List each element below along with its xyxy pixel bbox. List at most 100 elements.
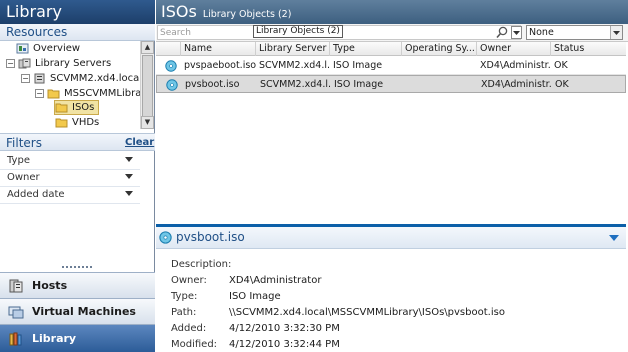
nav-label: Virtual Machines [32, 305, 136, 318]
detail-value-modified: 4/12/2010 3:32:44 PM [229, 339, 340, 350]
overview-icon [16, 43, 29, 54]
tree-item-label: ISOs [72, 102, 95, 113]
scroll-down-icon[interactable]: ▼ [141, 116, 154, 129]
column-header-status[interactable]: Status [551, 42, 626, 56]
column-header-icon[interactable] [156, 42, 181, 56]
page-subtitle: Library Objects (2) [202, 9, 292, 20]
tree-item-isos[interactable]: ISOs [54, 100, 100, 115]
filter-added-date[interactable]: Added date [0, 187, 140, 204]
left-pane: Library Resources Overview − Library Ser… [0, 0, 155, 352]
search-options-button[interactable] [511, 26, 522, 39]
tree-item-label: Overview [33, 43, 81, 54]
virtual-machines-icon [8, 306, 24, 318]
details-header[interactable]: pvsboot.iso [156, 227, 626, 249]
iso-disc-icon [165, 60, 177, 72]
nav-virtual-machines-button[interactable]: Virtual Machines [0, 298, 155, 324]
cell-status: OK [554, 60, 568, 71]
detail-label-owner: Owner: [171, 275, 207, 286]
folder-icon [55, 118, 68, 128]
cell-os [402, 57, 477, 74]
folder-icon [47, 89, 60, 99]
chevron-down-icon [513, 31, 520, 35]
search-icon[interactable] [496, 26, 508, 39]
main-pane: ISOs Library Objects (2) Library Objects… [156, 0, 628, 352]
clear-filters-link[interactable]: Clear [125, 137, 154, 148]
cell-os [403, 76, 478, 93]
column-header-name[interactable]: Name [181, 42, 256, 56]
detail-value-added: 4/12/2010 3:32:30 PM [229, 323, 340, 334]
detail-label-path: Path: [171, 307, 197, 318]
table-row-selected[interactable]: pvsboot.iso SCVMM2.xd4.l... ISO Image XD… [156, 75, 626, 93]
cell-status: OK [555, 79, 569, 90]
scope-select-value: None [529, 27, 554, 38]
tree-item-vhds[interactable]: VHDs [55, 115, 99, 129]
server-icon [34, 73, 45, 84]
cell-owner: XD4\Administr... [480, 60, 551, 71]
grid-header: Name Library Server Type Operating Sy...… [156, 42, 626, 56]
collapse-chevron-icon[interactable] [609, 235, 619, 241]
cell-library-server: SCVMM2.xd4.l... [260, 79, 331, 90]
detail-value-type: ISO Image [229, 291, 281, 302]
splitter-grip[interactable] [62, 266, 92, 270]
hosts-icon [9, 279, 23, 292]
tree-item-label: MSSCVMMLibrary [64, 88, 140, 99]
scrollbar-thumb[interactable] [142, 55, 153, 117]
dropdown-arrow-icon[interactable] [125, 191, 133, 196]
folder-icon [55, 103, 68, 113]
cell-type: ISO Image [334, 79, 384, 90]
tree-item-msscvmmlibrary[interactable]: − MSSCVMMLibrary [35, 86, 140, 101]
main-title-bar: ISOs Library Objects (2) [156, 0, 628, 24]
scroll-up-icon[interactable]: ▲ [141, 41, 154, 54]
filter-type[interactable]: Type [0, 153, 140, 170]
column-header-type[interactable]: Type [330, 42, 402, 56]
pane-title: Library [0, 0, 155, 24]
tree-item-scvmm2[interactable]: − SCVMM2.xd4.local [21, 71, 140, 86]
filter-owner[interactable]: Owner [0, 170, 140, 187]
cell-owner: XD4\Administr... [481, 79, 552, 90]
cell-name: pvspaeboot.iso [184, 60, 256, 71]
filter-label: Owner [7, 172, 40, 183]
cell-type: ISO Image [333, 60, 383, 71]
dropdown-arrow-icon[interactable] [125, 157, 133, 162]
tree-item-overview[interactable]: Overview [16, 41, 80, 56]
nav-library-button[interactable]: Library [0, 324, 155, 352]
page-title: ISOs [161, 2, 197, 21]
filter-label: Added date [7, 189, 65, 200]
detail-label-description: Description: [171, 259, 232, 270]
detail-label-added: Added: [171, 323, 207, 334]
chevron-down-icon[interactable] [610, 26, 622, 39]
resources-header: Resources [0, 24, 155, 41]
library-icon [9, 332, 22, 345]
tree-item-label: Library Servers [35, 58, 112, 69]
detail-label-type: Type: [171, 291, 198, 302]
search-bar: Library Objects (2) None [156, 24, 628, 42]
iso-disc-icon [166, 79, 178, 91]
filter-label: Type [7, 155, 30, 166]
objects-grid: Name Library Server Type Operating Sy...… [156, 42, 626, 222]
nav-hosts-button[interactable]: Hosts [0, 272, 155, 298]
iso-disc-icon [159, 231, 172, 244]
column-header-os[interactable]: Operating Sy... [402, 42, 477, 56]
nav-label: Hosts [32, 279, 68, 292]
scope-select[interactable]: None [526, 25, 623, 40]
servers-icon [18, 58, 31, 69]
collapse-toggle-icon[interactable]: − [35, 89, 44, 98]
column-header-owner[interactable]: Owner [477, 42, 551, 56]
column-header-library-server[interactable]: Library Server [256, 42, 330, 56]
cell-name: pvsboot.iso [185, 79, 240, 90]
cell-library-server: SCVMM2.xd4.l... [259, 60, 330, 71]
details-title: pvsboot.iso [176, 230, 245, 244]
dropdown-arrow-icon[interactable] [125, 174, 133, 179]
filters-header: Filters Clear [0, 133, 155, 151]
details-pane: pvsboot.iso Description: Owner: XD4\Admi… [156, 224, 626, 352]
tree-item-label: SCVMM2.xd4.local [50, 73, 140, 84]
tree-item-label: VHDs [72, 117, 100, 128]
collapse-toggle-icon[interactable]: − [6, 59, 15, 68]
search-token[interactable]: Library Objects (2) [253, 25, 343, 38]
collapse-toggle-icon[interactable]: − [21, 74, 30, 83]
tree-item-library-servers[interactable]: − Library Servers [6, 56, 111, 71]
table-row[interactable]: pvspaeboot.iso SCVMM2.xd4.l... ISO Image… [156, 57, 626, 75]
detail-value-owner: XD4\Administrator [229, 275, 322, 286]
tree-scrollbar[interactable]: ▲ ▼ [140, 41, 154, 129]
resources-tree: Overview − Library Servers − SCVMM2.xd4.… [0, 41, 140, 129]
